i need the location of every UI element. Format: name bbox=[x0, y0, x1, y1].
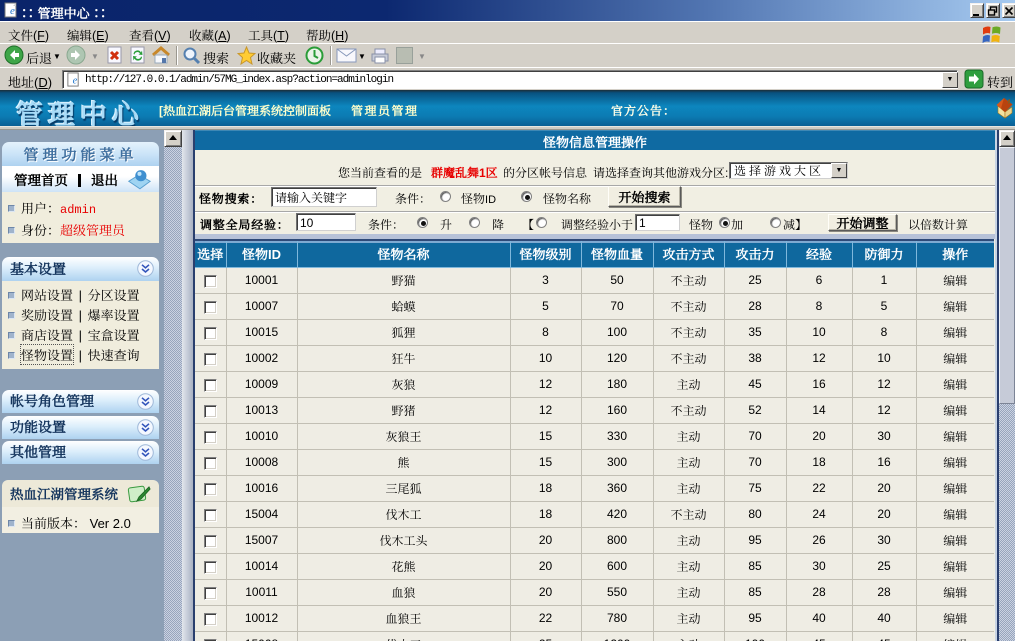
svg-text:e: e bbox=[73, 75, 78, 86]
svg-text:e: e bbox=[10, 5, 15, 17]
